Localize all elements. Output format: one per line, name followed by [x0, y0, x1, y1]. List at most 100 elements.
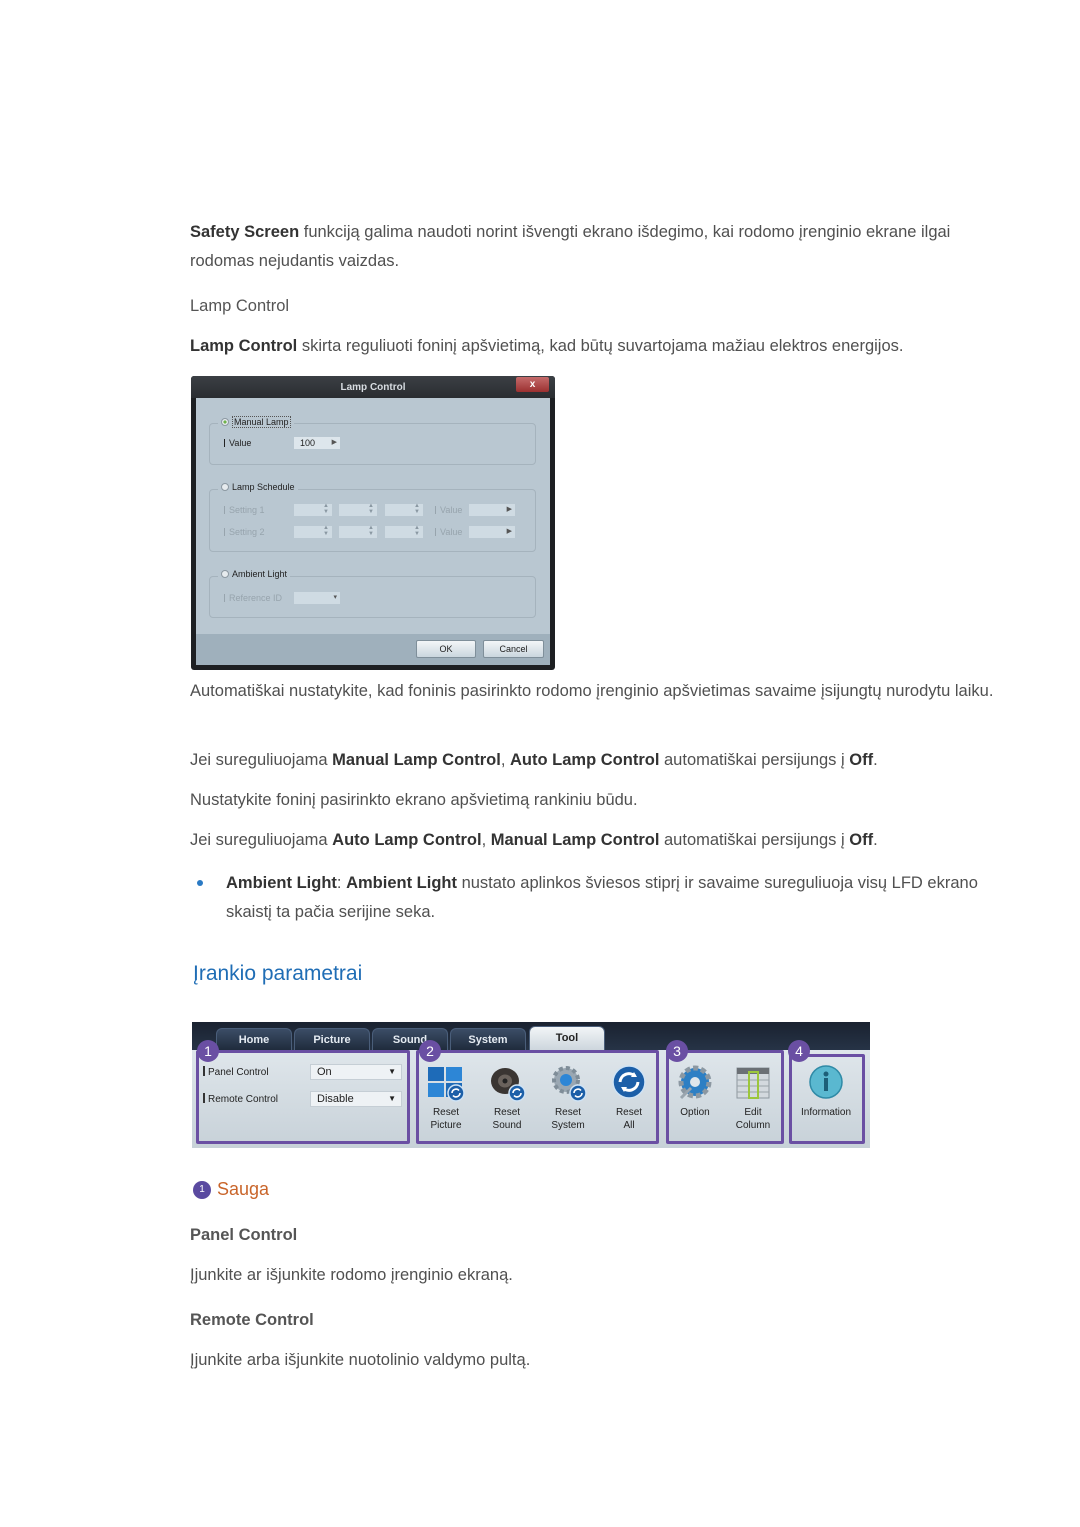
group-number-badge: 3 — [666, 1040, 688, 1062]
setting1-ampm-spinner[interactable]: ▲ ▼ — [385, 503, 423, 516]
text: Jei sureguliuojama — [190, 831, 333, 849]
edit-column-icon — [733, 1064, 773, 1102]
sauga-heading: 1 Sauga — [193, 1179, 269, 1200]
tool-label: Edit — [744, 1107, 762, 1118]
spinner-icon[interactable]: ▲ ▼ — [323, 503, 329, 515]
text: , — [500, 751, 511, 769]
dialog-title-bar: Lamp Control x — [191, 376, 555, 398]
spinner-icon[interactable]: ▲ ▼ — [414, 503, 420, 515]
sauga-title: Sauga — [217, 1179, 270, 1199]
setting2-minute-spinner[interactable]: ▲ ▼ — [339, 525, 377, 538]
ok-button[interactable]: OK — [416, 640, 476, 658]
reset-all-icon — [609, 1064, 649, 1102]
setting2-value-label: Value — [435, 527, 462, 537]
group-number-badge: 4 — [788, 1040, 810, 1062]
tab-tool[interactable]: Tool — [529, 1026, 605, 1050]
spinner-icon[interactable]: ▲ ▼ — [414, 525, 420, 537]
reference-id-label: Reference ID — [224, 593, 282, 603]
tool-label: Column — [735, 1120, 771, 1131]
reference-id-select[interactable]: ▾ — [294, 592, 340, 604]
cancel-button[interactable]: Cancel — [483, 640, 544, 658]
panel-control-value: On — [317, 1066, 332, 1078]
reset-sound-icon — [487, 1064, 527, 1102]
lamp-schedule-radio[interactable]: Lamp Schedule — [218, 482, 298, 492]
section-title: Įrankio parametrai — [193, 962, 363, 985]
remote-control-select[interactable]: Disable ▼ — [310, 1091, 402, 1107]
chevron-down-icon: ▼ — [388, 1094, 396, 1103]
reset-system-button[interactable]: Reset System — [538, 1064, 598, 1132]
dialog-footer: OK Cancel — [196, 634, 550, 665]
auto-lamp-control-term: Auto Lamp Control — [332, 831, 482, 849]
panel-control-heading: Panel Control — [190, 1226, 298, 1244]
off-term: Off — [849, 751, 874, 769]
setting1-hour-spinner[interactable]: ▲ ▼ — [294, 503, 332, 516]
text: automatiškai persijungs į — [659, 751, 850, 769]
text: Jei sureguliuojama — [190, 751, 333, 769]
setting1-label: Setting 1 — [224, 505, 265, 515]
reset-picture-button[interactable]: Reset Picture — [416, 1064, 476, 1132]
panel-control-select[interactable]: On ▼ — [310, 1064, 402, 1080]
lamp-control-heading: Lamp Control — [190, 297, 290, 315]
setting2-value-input[interactable]: ▶ — [469, 526, 515, 538]
tab-home[interactable]: Home — [216, 1028, 292, 1050]
safety-screen-text: funkciją galima naudoti norint išvengti … — [190, 223, 951, 270]
tab-picture[interactable]: Picture — [294, 1028, 370, 1050]
safety-screen-paragraph: Safety Screen funkciją galima naudoti no… — [190, 218, 1010, 276]
edit-column-button[interactable]: Edit Column — [723, 1064, 783, 1132]
dialog-body: Manual Lamp Value 100 ▶ Lamp Schedule Set… — [196, 398, 550, 642]
ambient-light-term: Ambient Light — [346, 874, 457, 892]
reset-all-button[interactable]: Reset All — [599, 1064, 659, 1132]
setting2-ampm-spinner[interactable]: ▲ ▼ — [385, 525, 423, 538]
ambient-light-radio[interactable]: Ambient Light — [218, 569, 291, 579]
tool-label: Reset — [615, 1107, 643, 1118]
close-icon[interactable]: x — [516, 377, 549, 392]
tool-label: Picture — [430, 1120, 462, 1131]
text: . — [873, 831, 878, 849]
setting1-value-label: Value — [435, 505, 462, 515]
value-label: Value — [224, 438, 251, 448]
spinner-icon[interactable]: ▲ ▼ — [368, 525, 374, 537]
reset-sound-button[interactable]: Reset Sound — [477, 1064, 537, 1132]
panel-control-text: Įjunkite ar išjunkite rodomo įrenginio e… — [190, 1266, 513, 1284]
reset-system-icon — [548, 1064, 588, 1102]
lamp-control-text: skirta reguliuoti foninį apšvietimą, kad… — [297, 337, 904, 355]
group-number-badge: 1 — [197, 1040, 219, 1062]
arrow-right-icon[interactable]: ▶ — [507, 526, 512, 538]
manual-lamp-group: Manual Lamp Value 100 ▶ — [209, 416, 536, 465]
remote-control-label: Remote Control — [203, 1093, 278, 1105]
value-input[interactable]: 100 ▶ — [294, 437, 340, 449]
group-number-badge: 2 — [419, 1040, 441, 1062]
remote-control-value: Disable — [317, 1093, 354, 1105]
auto-lamp-control-term: Auto Lamp Control — [510, 751, 660, 769]
information-icon — [806, 1064, 846, 1102]
tool-label: Option — [680, 1107, 710, 1118]
setting2-hour-spinner[interactable]: ▲ ▼ — [294, 525, 332, 538]
remote-control-text: Įjunkite arba išjunkite nuotolinio valdy… — [190, 1351, 531, 1369]
radio-unselected-icon[interactable] — [221, 570, 229, 578]
panel-control-label: Panel Control — [203, 1066, 269, 1078]
radio-unselected-icon[interactable] — [221, 483, 229, 491]
arrow-right-icon[interactable]: ▶ — [332, 437, 337, 449]
lamp-schedule-group: Lamp Schedule Setting 1 ▲ ▼ ▲ ▼ ▲ ▼ Value ▶… — [209, 482, 536, 552]
option-button[interactable]: Option — [665, 1064, 725, 1119]
chevron-down-icon[interactable]: ▾ — [333, 592, 337, 604]
tab-system[interactable]: System — [450, 1028, 526, 1050]
ambient-light-term: Ambient Light — [226, 874, 337, 892]
off-term: Off — [849, 831, 874, 849]
tool-label: All — [623, 1120, 635, 1131]
arrow-right-icon[interactable]: ▶ — [507, 504, 512, 516]
information-button[interactable]: Information — [792, 1064, 860, 1119]
radio-selected-icon[interactable] — [221, 418, 229, 426]
manual-lamp-radio[interactable]: Manual Lamp — [218, 416, 294, 428]
chevron-down-icon: ▼ — [388, 1067, 396, 1076]
text: automatiškai persijungs į — [659, 831, 850, 849]
spinner-icon[interactable]: ▲ ▼ — [368, 503, 374, 515]
setting1-value-input[interactable]: ▶ — [469, 504, 515, 516]
spinner-icon[interactable]: ▲ ▼ — [323, 525, 329, 537]
reset-picture-icon — [426, 1064, 466, 1102]
text: . — [873, 751, 878, 769]
lamp-control-term: Lamp Control — [190, 337, 298, 355]
manual-lamp-label: Manual Lamp — [232, 416, 291, 428]
setting1-minute-spinner[interactable]: ▲ ▼ — [339, 503, 377, 516]
text: , — [481, 831, 491, 849]
